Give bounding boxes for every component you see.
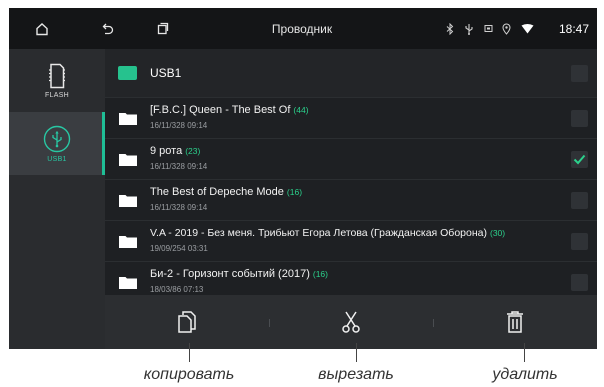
folder-icon [119,236,137,248]
cut-button[interactable] [269,295,433,349]
app-title: Проводник [271,21,333,36]
item-date: 16/11/328 09:14 [150,162,208,171]
folder-icon [119,154,137,166]
copy-button[interactable] [105,295,269,349]
item-count: (16) [312,269,328,279]
item-checkbox[interactable] [571,192,588,209]
usb-icon [464,23,474,35]
list-item[interactable]: [F.B.C.] Queen - The Best Of (44) 16/11/3… [105,98,597,139]
folder-icon [119,277,137,289]
item-count: (16) [286,187,303,197]
sidebar-item-usb1[interactable]: USB1 [9,112,105,175]
home-icon[interactable] [27,8,57,49]
delete-callout-line [524,343,525,362]
cut-callout-line [356,343,357,362]
copy-callout-line [189,343,190,362]
recents-icon[interactable] [149,8,177,49]
select-all-checkbox[interactable] [571,65,588,82]
item-name: V.A - 2019 - Без меня. Трибьют Егора Лет… [150,227,487,239]
delete-callout-label: удалить [492,366,558,383]
item-date: 16/11/328 09:14 [150,203,208,212]
item-count: (30) [489,228,506,238]
cut-icon [342,311,360,333]
sidebar-item-label: USB1 [47,155,67,163]
item-name: [F.B.C.] Queen - The Best Of [150,104,291,116]
copy-icon [178,311,196,333]
cut-callout-label: вырезать [318,366,394,383]
item-checkbox[interactable] [571,151,588,168]
list-item[interactable]: 9 рота (23) 16/11/328 09:14 [105,139,597,180]
item-checkbox[interactable] [571,110,588,127]
status-bar: Проводник 18:47 [9,8,597,49]
current-folder-header[interactable]: USB1 [105,49,597,98]
file-list: USB1 [F.B.C.] Queen - The Best Of (44) 16… [105,49,597,303]
list-item[interactable]: The Best of Depeche Mode (16) 16/11/328 0… [105,180,597,221]
current-folder-name: USB1 [150,66,182,80]
folder-icon [119,195,137,207]
item-date: 18/03/86 07:13 [150,285,204,294]
item-date: 16/11/328 09:14 [150,121,208,130]
flash-memory-icon [49,63,65,88]
delete-button[interactable] [433,295,597,349]
list-item[interactable]: V.A - 2019 - Без меня. Трибьют Егора Лет… [105,221,597,262]
device-screen: Проводник 18:47 FLASH USB1 USB1 [F.B.C.]… [9,8,597,349]
usb-icon [43,125,71,152]
item-name: The Best of Depeche Mode [150,186,284,198]
delete-icon [507,311,523,333]
bluetooth-icon [446,22,454,35]
sidebar-item-label: FLASH [44,91,70,99]
checkmark-icon [573,154,586,165]
folder-icon [119,113,137,125]
folder-icon [118,66,137,80]
item-name: Би-2 - Горизонт событий (2017) [150,268,310,280]
back-icon[interactable] [94,8,122,49]
wifi-icon [521,23,534,34]
copy-callout-label: копировать [143,366,235,383]
storage-sidebar: FLASH USB1 [9,49,105,349]
location-icon [502,23,511,35]
clock: 18:47 [558,21,589,36]
sd-card-icon [484,24,493,33]
item-count: (23) [185,146,201,156]
item-count: (44) [293,105,309,115]
action-toolbar [105,295,597,349]
item-checkbox[interactable] [571,233,588,250]
status-icons [446,8,534,49]
item-checkbox[interactable] [571,274,588,291]
item-name: 9 рота [150,145,183,157]
item-date: 19/09/254 03:31 [150,244,208,253]
sidebar-item-flash[interactable]: FLASH [9,49,105,112]
